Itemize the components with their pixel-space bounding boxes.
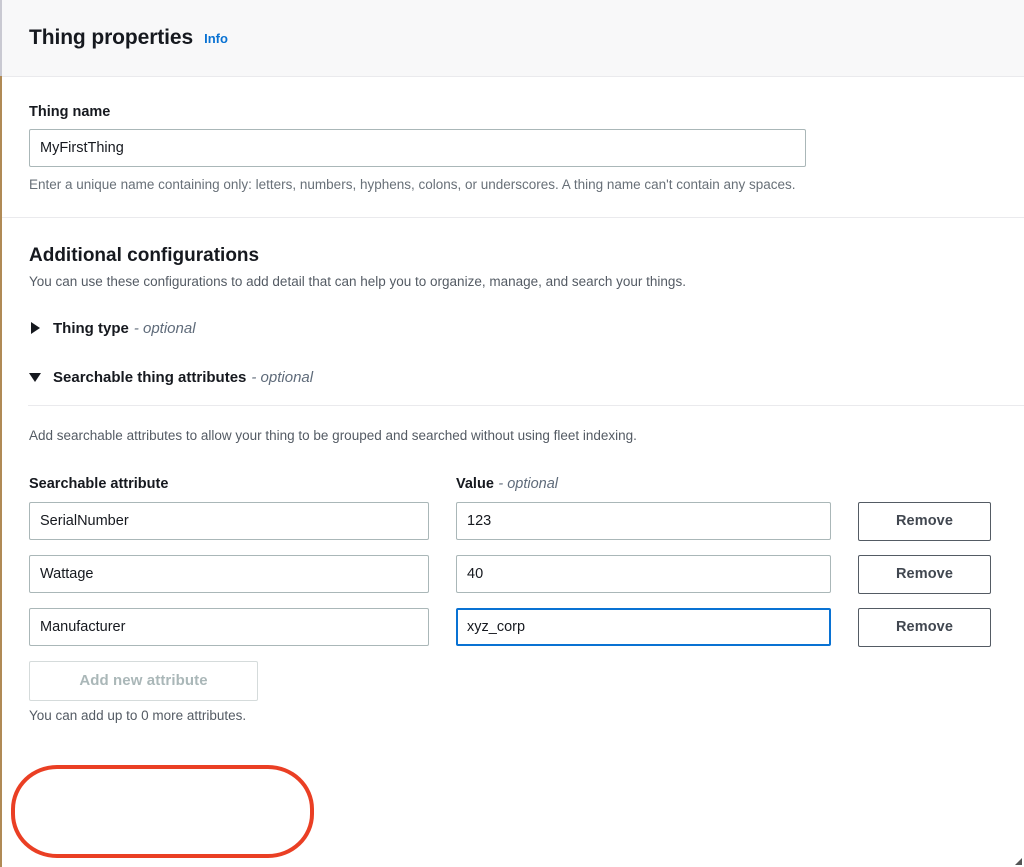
table-row: Remove bbox=[29, 555, 1000, 594]
resize-handle-icon bbox=[1009, 852, 1023, 866]
additional-configurations-section: Additional configurations You can use th… bbox=[0, 218, 1024, 386]
expandable-thing-type-optional: - optional bbox=[134, 320, 196, 337]
remove-button[interactable]: Remove bbox=[858, 502, 991, 541]
table-row: Remove bbox=[29, 608, 1000, 647]
add-attribute-group: Add new attribute You can add up to 0 mo… bbox=[29, 661, 1000, 723]
info-link[interactable]: Info bbox=[204, 31, 228, 46]
page-left-edge bbox=[0, 0, 2, 867]
thing-name-label: Thing name bbox=[29, 104, 1000, 121]
remove-button[interactable]: Remove bbox=[858, 608, 991, 647]
caret-down-icon bbox=[29, 370, 43, 384]
attribute-value-input[interactable] bbox=[456, 555, 831, 593]
attribute-value-input[interactable] bbox=[456, 502, 831, 540]
annotation-highlight bbox=[11, 765, 314, 858]
attribute-column-headers: Searchable attribute Value - optional bbox=[29, 475, 1000, 493]
searchable-attributes-body: Add searchable attributes to allow your … bbox=[0, 406, 1024, 723]
column-header-value-optional: - optional bbox=[498, 476, 558, 492]
additional-configurations-description: You can use these configurations to add … bbox=[29, 273, 1000, 291]
attribute-name-input[interactable] bbox=[29, 502, 429, 540]
add-new-attribute-button[interactable]: Add new attribute bbox=[29, 661, 258, 701]
column-header-value: Value bbox=[456, 476, 494, 492]
column-header-attribute: Searchable attribute bbox=[29, 476, 168, 492]
attribute-name-input[interactable] bbox=[29, 555, 429, 593]
table-row: Remove bbox=[29, 502, 1000, 541]
panel-header: Thing properties Info bbox=[0, 0, 1024, 77]
expandable-searchable-thing-attributes[interactable]: Searchable thing attributes - optional bbox=[29, 369, 1000, 386]
expandable-searchable-attributes-label: Searchable thing attributes bbox=[53, 369, 246, 386]
add-attribute-help-text: You can add up to 0 more attributes. bbox=[29, 708, 1000, 723]
page-title: Thing properties bbox=[29, 26, 193, 50]
additional-configurations-heading: Additional configurations bbox=[29, 244, 1000, 268]
attribute-value-input-focused[interactable] bbox=[456, 608, 831, 646]
expandable-searchable-attributes-optional: - optional bbox=[251, 369, 313, 386]
expandable-thing-type-label: Thing type bbox=[53, 320, 129, 337]
attribute-name-input[interactable] bbox=[29, 608, 429, 646]
searchable-attributes-description: Add searchable attributes to allow your … bbox=[29, 427, 1000, 445]
expandable-thing-type[interactable]: Thing type - optional bbox=[29, 320, 1000, 337]
thing-name-input[interactable] bbox=[29, 129, 806, 167]
remove-button[interactable]: Remove bbox=[858, 555, 991, 594]
caret-right-icon bbox=[29, 321, 43, 335]
thing-name-section: Thing name Enter a unique name containin… bbox=[0, 77, 1024, 217]
thing-name-helper-text: Enter a unique name containing only: let… bbox=[29, 176, 1000, 194]
